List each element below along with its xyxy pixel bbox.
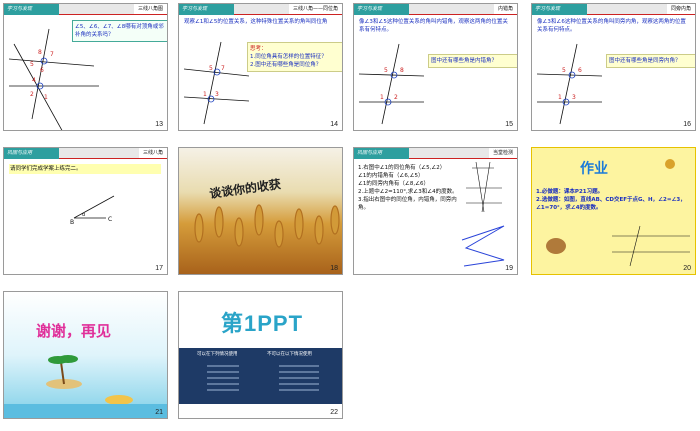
angle-diagram: Bα C <box>70 195 115 226</box>
slide-number: 15 <box>505 121 513 128</box>
question-box: 图中还有哪些角是内错角？ <box>428 54 517 68</box>
svg-text:3: 3 <box>572 94 576 101</box>
slide-thumbnail-15[interactable]: 学习与发现 内错角 像∠3和∠5这种位置关系的角叫内错角，观察这两角的位置关系有何… <box>353 3 518 131</box>
note-line: 1.同位角具有怎样的位置特征？ <box>250 54 327 60</box>
svg-text:6: 6 <box>578 67 582 74</box>
slide-number: 21 <box>155 409 163 416</box>
slide-number: 19 <box>505 265 513 272</box>
slide-thumbnail-14[interactable]: 学习与发现 三线八角——同位角 观察∠1和∠5的位置关系，这种特殊位置关系的角叫同… <box>178 3 343 131</box>
slide-number: 17 <box>155 265 163 272</box>
slide-number: 13 <box>155 121 163 128</box>
homework-decoration <box>546 159 690 267</box>
slide-number: 22 <box>330 409 338 416</box>
svg-text:7: 7 <box>50 51 54 58</box>
svg-text:1: 1 <box>203 91 207 98</box>
quiz-diagrams <box>461 161 505 267</box>
info-panel: 可以在下列情况使用 不可以在以下情况使用 <box>179 348 342 404</box>
slide-thumbnail-22[interactable]: 第1PPT 可以在下列情况使用 不可以在以下情况使用 22 <box>178 291 343 419</box>
svg-text:1: 1 <box>380 94 384 101</box>
slide-thumbnail-18[interactable]: 谈谈你的收获 18 <box>178 147 343 275</box>
note-line: 2.图中还有哪些角是同位角？ <box>250 62 322 68</box>
question-box: 图中还有哪些角是同旁内角？ <box>606 54 695 68</box>
island-illustration <box>4 355 167 418</box>
slide-thumbnail-19[interactable]: 巩固与应用 当堂检测 1.右图中∠1的同位角有（∠5,∠2） ∠1的内错角有（∠6… <box>353 147 518 275</box>
svg-text:1: 1 <box>558 94 562 101</box>
info-lines <box>207 365 319 391</box>
svg-text:α: α <box>82 212 86 218</box>
slide-thumbnail-16[interactable]: 学习与发现 同旁内角 像∠3和∠6这种位置关系的角叫同旁内角，观察这两角的位置关系… <box>531 3 696 131</box>
svg-text:C: C <box>108 216 112 223</box>
svg-text:3: 3 <box>215 91 219 98</box>
svg-text:1: 1 <box>44 94 48 101</box>
svg-text:5: 5 <box>562 67 566 74</box>
slide-thumbnail-20[interactable]: 作业 1.必做题：课本P21习题。 2.选做题：如图，直线AB、CD交EF于点G… <box>531 147 696 275</box>
slide-number: 20 <box>683 265 691 272</box>
slide-number: 16 <box>683 121 691 128</box>
svg-text:4: 4 <box>32 77 36 84</box>
wheat-field-image <box>194 204 340 248</box>
slide-number: 18 <box>330 265 338 272</box>
slide-thumbnail-17[interactable]: 巩固与应用 三线八角 请同学们完成学案上练完二。 Bα C 17 <box>3 147 168 275</box>
ppt-logo: 第1PPT <box>221 311 304 336</box>
thinking-box: 思考： 1.同位角具有怎样的位置特征？ 2.图中还有哪些角是同位角？ <box>247 42 342 72</box>
svg-text:B: B <box>70 219 74 226</box>
svg-text:7: 7 <box>221 65 225 72</box>
svg-text:8: 8 <box>38 49 42 56</box>
svg-text:5: 5 <box>30 61 34 68</box>
slide-thumbnail-21[interactable]: 谢谢，再见 21 <box>3 291 168 419</box>
slide-thumbnail-13[interactable]: 学习与发现 三线八角图 78 64 12 5 ∠5、∠6、∠7、∠8哪有对顶角或邻… <box>3 3 168 131</box>
svg-text:8: 8 <box>400 67 404 74</box>
note-line: 思考： <box>250 46 267 52</box>
svg-text:5: 5 <box>384 67 388 74</box>
svg-text:2: 2 <box>30 91 34 98</box>
slide-number: 14 <box>330 121 338 128</box>
svg-text:5: 5 <box>209 65 213 72</box>
svg-text:6: 6 <box>40 67 44 74</box>
svg-text:2: 2 <box>394 94 398 101</box>
slide-text: ∠5、∠6、∠7、∠8哪有对顶角或邻补角的关系吗？ <box>72 20 167 42</box>
